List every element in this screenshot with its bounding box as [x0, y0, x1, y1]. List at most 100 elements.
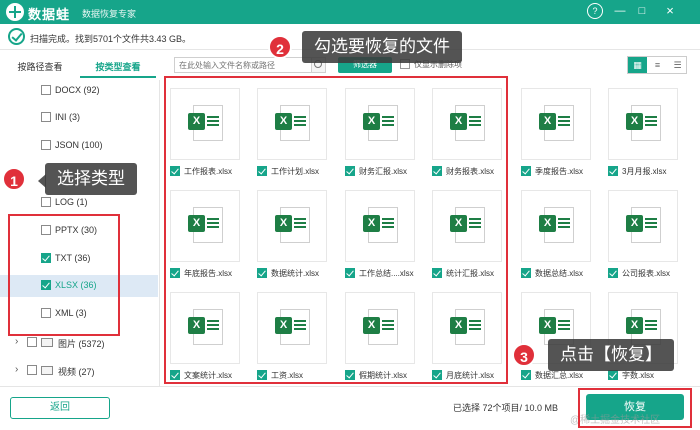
tree-item-label: TXT (36): [55, 253, 91, 263]
file-card[interactable]: X 3月月报.xlsx: [598, 80, 678, 180]
folder-icon: [41, 338, 53, 347]
file-checkbox[interactable]: [608, 166, 618, 176]
file-checkbox[interactable]: [608, 370, 618, 380]
tree-item-xlsx[interactable]: XLSX (36): [0, 275, 158, 297]
tree-item-json[interactable]: JSON (100): [0, 135, 158, 157]
checkbox[interactable]: [27, 337, 37, 347]
tree-item-xml[interactable]: XML (3): [0, 303, 158, 325]
file-name: 数据总结.xlsx: [535, 269, 583, 278]
tree-item-txt[interactable]: TXT (36): [0, 248, 158, 270]
spreadsheet-lines-icon: [294, 218, 306, 230]
file-card[interactable]: X 公司报表.xlsx: [598, 182, 678, 282]
file-name: 工作报表.xlsx: [184, 167, 232, 176]
file-checkbox[interactable]: [345, 268, 355, 278]
file-thumbnail[interactable]: X: [257, 292, 327, 364]
checkbox[interactable]: [41, 140, 51, 150]
checkbox[interactable]: [41, 85, 51, 95]
file-name: 季度报告.xlsx: [535, 167, 583, 176]
file-thumbnail[interactable]: X: [432, 88, 502, 160]
tree-item-ini[interactable]: INI (3): [0, 107, 158, 129]
file-thumbnail[interactable]: X: [432, 190, 502, 262]
excel-icon: X: [275, 113, 292, 130]
file-card[interactable]: X 统计汇报.xlsx: [422, 182, 502, 282]
file-card[interactable]: X 数据总结.xlsx: [511, 182, 591, 282]
chevron-right-icon[interactable]: ›: [15, 336, 18, 347]
file-thumbnail[interactable]: X: [345, 190, 415, 262]
file-thumbnail[interactable]: X: [432, 292, 502, 364]
file-thumbnail[interactable]: X: [170, 190, 240, 262]
callout-number-2: 2: [268, 35, 292, 59]
file-card[interactable]: X 月底统计.xlsx: [422, 284, 502, 384]
checkbox[interactable]: [41, 308, 51, 318]
file-checkbox[interactable]: [170, 370, 180, 380]
file-checkbox[interactable]: [432, 166, 442, 176]
tree-item-docx[interactable]: DOCX (92): [0, 80, 158, 102]
file-name: 3月月报.xlsx: [622, 167, 667, 176]
file-card[interactable]: X 文案统计.xlsx: [160, 284, 240, 384]
spreadsheet-lines-icon: [558, 116, 570, 128]
chevron-right-icon[interactable]: ›: [15, 364, 18, 375]
file-thumbnail[interactable]: X: [345, 88, 415, 160]
file-thumbnail[interactable]: X: [608, 190, 678, 262]
file-card[interactable]: X 季度报告.xlsx: [511, 80, 591, 180]
file-thumbnail[interactable]: X: [521, 88, 591, 160]
file-checkbox[interactable]: [521, 370, 531, 380]
tree-folder-label: 图片 (5372): [58, 339, 105, 349]
checkbox-checked[interactable]: [41, 253, 51, 263]
maximize-icon[interactable]: □: [634, 3, 650, 19]
file-card[interactable]: X 财务汇报.xlsx: [335, 80, 415, 180]
excel-icon: X: [626, 317, 643, 334]
tab-by-path[interactable]: 按路径查看: [2, 56, 78, 78]
file-thumbnail[interactable]: X: [257, 88, 327, 160]
tree-folder-images[interactable]: › 图片 (5372): [0, 332, 158, 354]
file-checkbox[interactable]: [170, 166, 180, 176]
file-card[interactable]: X 工作计划.xlsx: [247, 80, 327, 180]
file-checkbox[interactable]: [608, 268, 618, 278]
file-card[interactable]: X 工作总结....xlsx: [335, 182, 415, 282]
file-checkbox[interactable]: [257, 370, 267, 380]
file-card[interactable]: X 数据统计.xlsx: [247, 182, 327, 282]
back-button[interactable]: 返回: [10, 397, 110, 419]
excel-icon: X: [363, 317, 380, 334]
tree-folder-videos[interactable]: › 视频 (27): [0, 360, 158, 382]
checkbox[interactable]: [41, 112, 51, 122]
file-card[interactable]: X 工作报表.xlsx: [160, 80, 240, 180]
spreadsheet-lines-icon: [558, 320, 570, 332]
checkbox-checked[interactable]: [41, 280, 51, 290]
file-thumbnail[interactable]: X: [170, 88, 240, 160]
file-checkbox[interactable]: [170, 268, 180, 278]
file-checkbox[interactable]: [345, 370, 355, 380]
file-checkbox[interactable]: [257, 268, 267, 278]
file-checkbox[interactable]: [521, 166, 531, 176]
file-thumbnail[interactable]: X: [345, 292, 415, 364]
file-card[interactable]: X 工资.xlsx: [247, 284, 327, 384]
file-thumbnail[interactable]: X: [257, 190, 327, 262]
file-checkbox[interactable]: [345, 166, 355, 176]
file-card[interactable]: X 年底报告.xlsx: [160, 182, 240, 282]
file-card[interactable]: X 假期统计.xlsx: [335, 284, 415, 384]
tab-by-type[interactable]: 按类型查看: [80, 56, 156, 78]
file-checkbox[interactable]: [432, 268, 442, 278]
grid-view-icon[interactable]: ▦: [628, 57, 647, 73]
checkbox[interactable]: [27, 365, 37, 375]
close-icon[interactable]: ×: [662, 3, 678, 19]
file-thumbnail[interactable]: X: [608, 88, 678, 160]
file-thumbnail[interactable]: X: [521, 190, 591, 262]
file-name: 数据统计.xlsx: [271, 269, 319, 278]
help-icon[interactable]: ?: [587, 3, 603, 19]
file-thumbnail[interactable]: X: [170, 292, 240, 364]
detail-view-icon[interactable]: ☰: [668, 57, 687, 73]
file-card[interactable]: X 财务报表.xlsx: [422, 80, 502, 180]
checkbox[interactable]: [41, 225, 51, 235]
search-input[interactable]: [175, 58, 295, 72]
tree-item-log[interactable]: LOG (1): [0, 192, 158, 214]
file-checkbox[interactable]: [432, 370, 442, 380]
file-checkbox[interactable]: [521, 268, 531, 278]
search-box[interactable]: [174, 57, 312, 73]
list-view-icon[interactable]: ≡: [648, 57, 667, 73]
app-name: 数据蛙: [28, 7, 71, 22]
tree-item-pptx[interactable]: PPTX (30): [0, 220, 158, 242]
file-checkbox[interactable]: [257, 166, 267, 176]
checkbox[interactable]: [41, 197, 51, 207]
minimize-icon[interactable]: —: [612, 3, 628, 19]
